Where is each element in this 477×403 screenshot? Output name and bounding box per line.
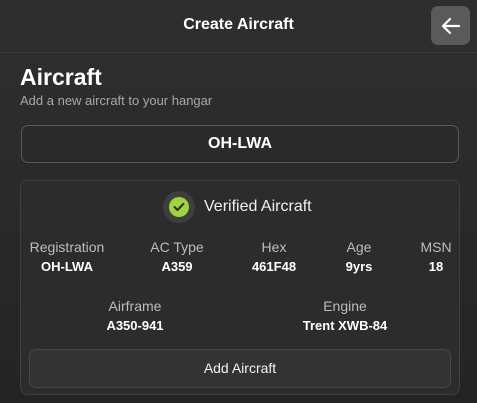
section-subtitle: Add a new aircraft to your hangar [20,93,213,108]
verified-badge [163,191,195,223]
stat-label: AC Type [150,239,204,255]
stat-label: Airframe [108,298,162,314]
add-aircraft-button[interactable]: Add Aircraft [29,349,451,388]
stat-hex: Hex 461F48 [229,239,319,274]
stat-value: 461F48 [251,259,297,274]
verified-status: Verified Aircraft [163,191,312,223]
stat-registration: Registration OH-LWA [22,239,112,274]
registration-input[interactable] [21,125,459,163]
header-title: Create Aircraft [183,16,294,33]
stat-engine: Engine Trent XWB-84 [285,298,405,333]
back-button[interactable] [431,6,470,45]
create-aircraft-screen: Create Aircraft Aircraft Add a new aircr… [0,0,477,403]
stat-value: A359 [161,259,193,274]
header-bar: Create Aircraft [0,0,477,53]
stat-airframe: Airframe A350-941 [85,298,185,333]
stat-msn: MSN 18 [391,239,477,274]
stat-label: Registration [29,239,105,255]
stat-ac-type: AC Type A359 [132,239,222,274]
stat-value: Trent XWB-84 [302,318,388,333]
stat-value: 18 [428,259,444,274]
verified-label: Verified Aircraft [204,198,312,215]
stat-label: Engine [323,298,367,314]
stat-label: MSN [420,239,452,255]
stat-value: A350-941 [106,318,164,333]
check-circle-icon [169,197,189,217]
section-title: Aircraft [20,64,102,90]
stat-label: Hex [261,239,287,255]
aircraft-details-card: Verified Aircraft Registration OH-LWA AC… [20,180,460,395]
arrow-left-icon [441,17,460,34]
stat-value: OH-LWA [41,259,93,274]
